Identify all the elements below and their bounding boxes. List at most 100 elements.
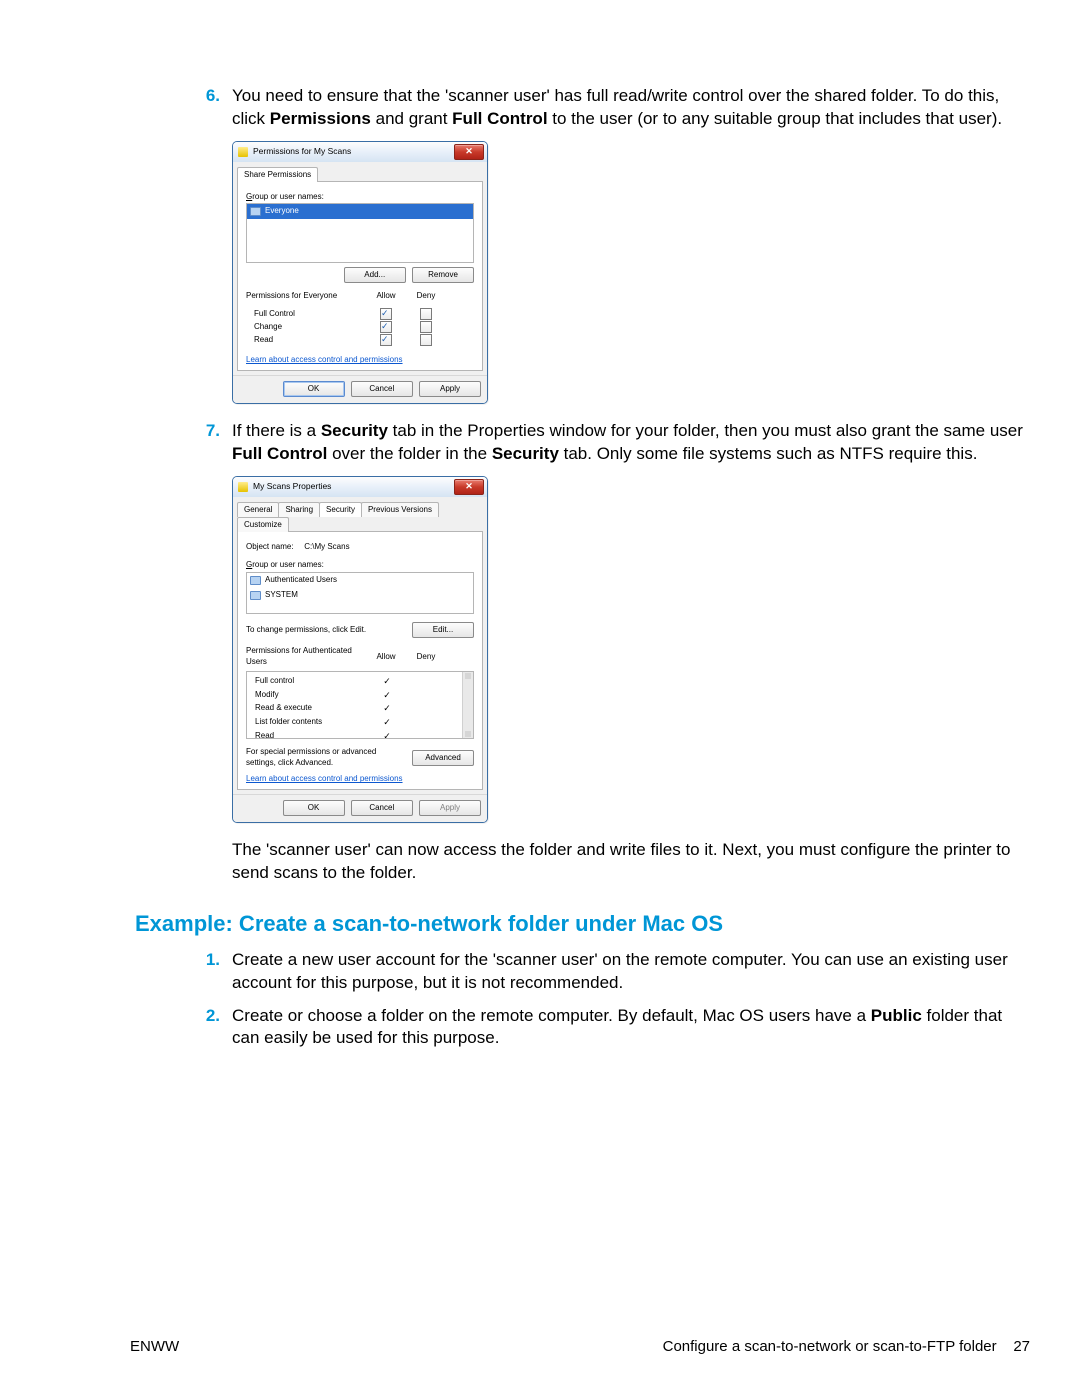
tab-general[interactable]: General: [237, 502, 279, 517]
ok-button[interactable]: OK: [283, 800, 345, 816]
tab-sharing[interactable]: Sharing: [278, 502, 320, 517]
object-name: Object name: C:\My Scans: [246, 542, 474, 553]
list-item-label: SYSTEM: [265, 590, 298, 601]
permission-name: Change: [254, 322, 366, 333]
bold: Full Control: [232, 444, 327, 463]
permissions-header: Permissions for Authenticated Users Allo…: [246, 646, 474, 668]
cancel-button[interactable]: Cancel: [351, 381, 413, 397]
permission-row: Read & execute ✓: [255, 702, 463, 715]
text: tab. Only some file systems such as NTFS…: [559, 444, 978, 463]
allow-header: Allow: [366, 652, 406, 663]
permission-name: Full control: [255, 676, 367, 687]
text: roup or user names:: [252, 560, 324, 569]
page-number: 27: [1013, 1338, 1030, 1355]
list-item[interactable]: Everyone: [247, 204, 473, 219]
title-bar: My Scans Properties ✕: [233, 477, 487, 497]
permissions-body: Full control ✓ Modify✓ Read & execute ✓ Li…: [246, 671, 474, 739]
tab-panel: Group or user names: Everyone Add... Rem…: [237, 181, 483, 371]
text: over the folder in the: [327, 444, 491, 463]
folder-icon: [238, 482, 248, 492]
text: To change permissions, click Edit.: [246, 625, 408, 636]
step-number: 2.: [190, 1005, 232, 1051]
permission-name: List folder contents: [255, 717, 367, 728]
text: tab in the Properties window for your fo…: [388, 421, 1023, 440]
close-button[interactable]: ✕: [454, 479, 484, 495]
check-icon: ✓: [383, 717, 391, 727]
permission-name: Read & execute: [255, 703, 367, 714]
tab-strip: GeneralSharingSecurityPrevious Versions C…: [237, 501, 483, 531]
permission-row: Full Control: [254, 308, 474, 320]
change-permissions-line: To change permissions, click Edit. Edit.…: [246, 622, 474, 638]
step-body: Create or choose a folder on the remote …: [232, 1005, 1030, 1051]
window-title: My Scans Properties: [253, 481, 331, 492]
mac-step-2: 2. Create or choose a folder on the remo…: [190, 1005, 1030, 1051]
text: ermissions for Authenticated Users: [246, 646, 352, 666]
cancel-button[interactable]: Cancel: [351, 800, 413, 816]
bold: Security: [492, 444, 559, 463]
apply-button[interactable]: Apply: [419, 800, 481, 816]
footer-right: Configure a scan-to-network or scan-to-F…: [663, 1337, 1030, 1357]
bold: Security: [321, 421, 388, 440]
list-item[interactable]: Authenticated Users: [247, 573, 473, 588]
text: If there is a: [232, 421, 321, 440]
folder-icon: [238, 147, 248, 157]
add-button[interactable]: Add...: [344, 267, 406, 283]
check-icon: ✓: [383, 703, 391, 713]
bold: Full Control: [452, 109, 547, 128]
step-body: You need to ensure that the 'scanner use…: [232, 85, 1030, 131]
close-button[interactable]: ✕: [454, 144, 484, 160]
ok-button[interactable]: OK: [283, 381, 345, 397]
check-icon: ✓: [383, 676, 391, 686]
permission-name: Read: [254, 335, 366, 346]
text: For special permissions or advanced sett…: [246, 747, 408, 769]
deny-checkbox[interactable]: [420, 308, 432, 320]
edit-button[interactable]: Edit...: [412, 622, 474, 638]
advanced-line: For special permissions or advanced sett…: [246, 747, 474, 769]
allow-checkbox[interactable]: [380, 321, 392, 333]
step-body: If there is a Security tab in the Proper…: [232, 420, 1030, 466]
advanced-button[interactable]: Advanced: [412, 750, 474, 766]
allow-checkbox[interactable]: [380, 308, 392, 320]
deny-header: Deny: [406, 652, 446, 663]
tab-share-permissions[interactable]: Share Permissions: [237, 167, 318, 182]
remove-button[interactable]: Remove: [412, 267, 474, 283]
permissions-header: Permissions for Everyone Allow Deny: [246, 291, 474, 302]
footer-title: Configure a scan-to-network or scan-to-F…: [663, 1338, 997, 1355]
groups-list[interactable]: Authenticated Users SYSTEM: [246, 572, 474, 614]
deny-checkbox[interactable]: [420, 334, 432, 346]
button-row: Add... Remove: [246, 267, 474, 283]
page-footer: ENWW Configure a scan-to-network or scan…: [130, 1337, 1030, 1357]
deny-checkbox[interactable]: [420, 321, 432, 333]
groups-list[interactable]: Everyone: [246, 203, 474, 263]
permission-name: Full Control: [254, 309, 366, 320]
groups-label: Group or user names:: [246, 560, 474, 571]
mac-step-1: 1. Create a new user account for the 'sc…: [190, 949, 1030, 995]
follow-up-text: The 'scanner user' can now access the fo…: [232, 839, 1030, 885]
step-number: 7.: [190, 420, 232, 466]
screenshot-permissions-dialog: Permissions for My Scans ✕ Share Permiss…: [232, 141, 1030, 404]
window-title: Permissions for My Scans: [253, 146, 351, 157]
step-number: 6.: [190, 85, 232, 131]
step-6: 6. You need to ensure that the 'scanner …: [190, 85, 1030, 131]
screenshot-properties-dialog: My Scans Properties ✕ GeneralSharingSecu…: [232, 476, 1030, 823]
tab-customize[interactable]: Customize: [237, 517, 289, 532]
step-number: 1.: [190, 949, 232, 995]
document-page: 6. You need to ensure that the 'scanner …: [0, 0, 1080, 1397]
text: dd...: [370, 270, 386, 279]
dialog-footer: OK Cancel Apply: [233, 794, 487, 822]
allow-checkbox[interactable]: [380, 334, 392, 346]
learn-link[interactable]: Learn about access control and permissio…: [246, 355, 403, 366]
dialog-footer: OK Cancel Apply: [233, 375, 487, 403]
apply-button[interactable]: Apply: [419, 381, 481, 397]
tab-previous-versions[interactable]: Previous Versions: [361, 502, 439, 517]
section-heading: Example: Create a scan-to-network folder…: [135, 909, 1030, 939]
learn-link[interactable]: Learn about access control and permissio…: [246, 774, 403, 785]
bold: Public: [871, 1006, 922, 1025]
permission-row: Modify✓: [255, 689, 463, 702]
check-icon: ✓: [383, 731, 391, 739]
list-item[interactable]: SYSTEM: [247, 588, 473, 603]
permission-row: Change: [254, 321, 474, 333]
permission-row: Full control ✓: [255, 675, 463, 688]
scrollbar[interactable]: [462, 672, 473, 738]
tab-security[interactable]: Security: [319, 502, 362, 517]
